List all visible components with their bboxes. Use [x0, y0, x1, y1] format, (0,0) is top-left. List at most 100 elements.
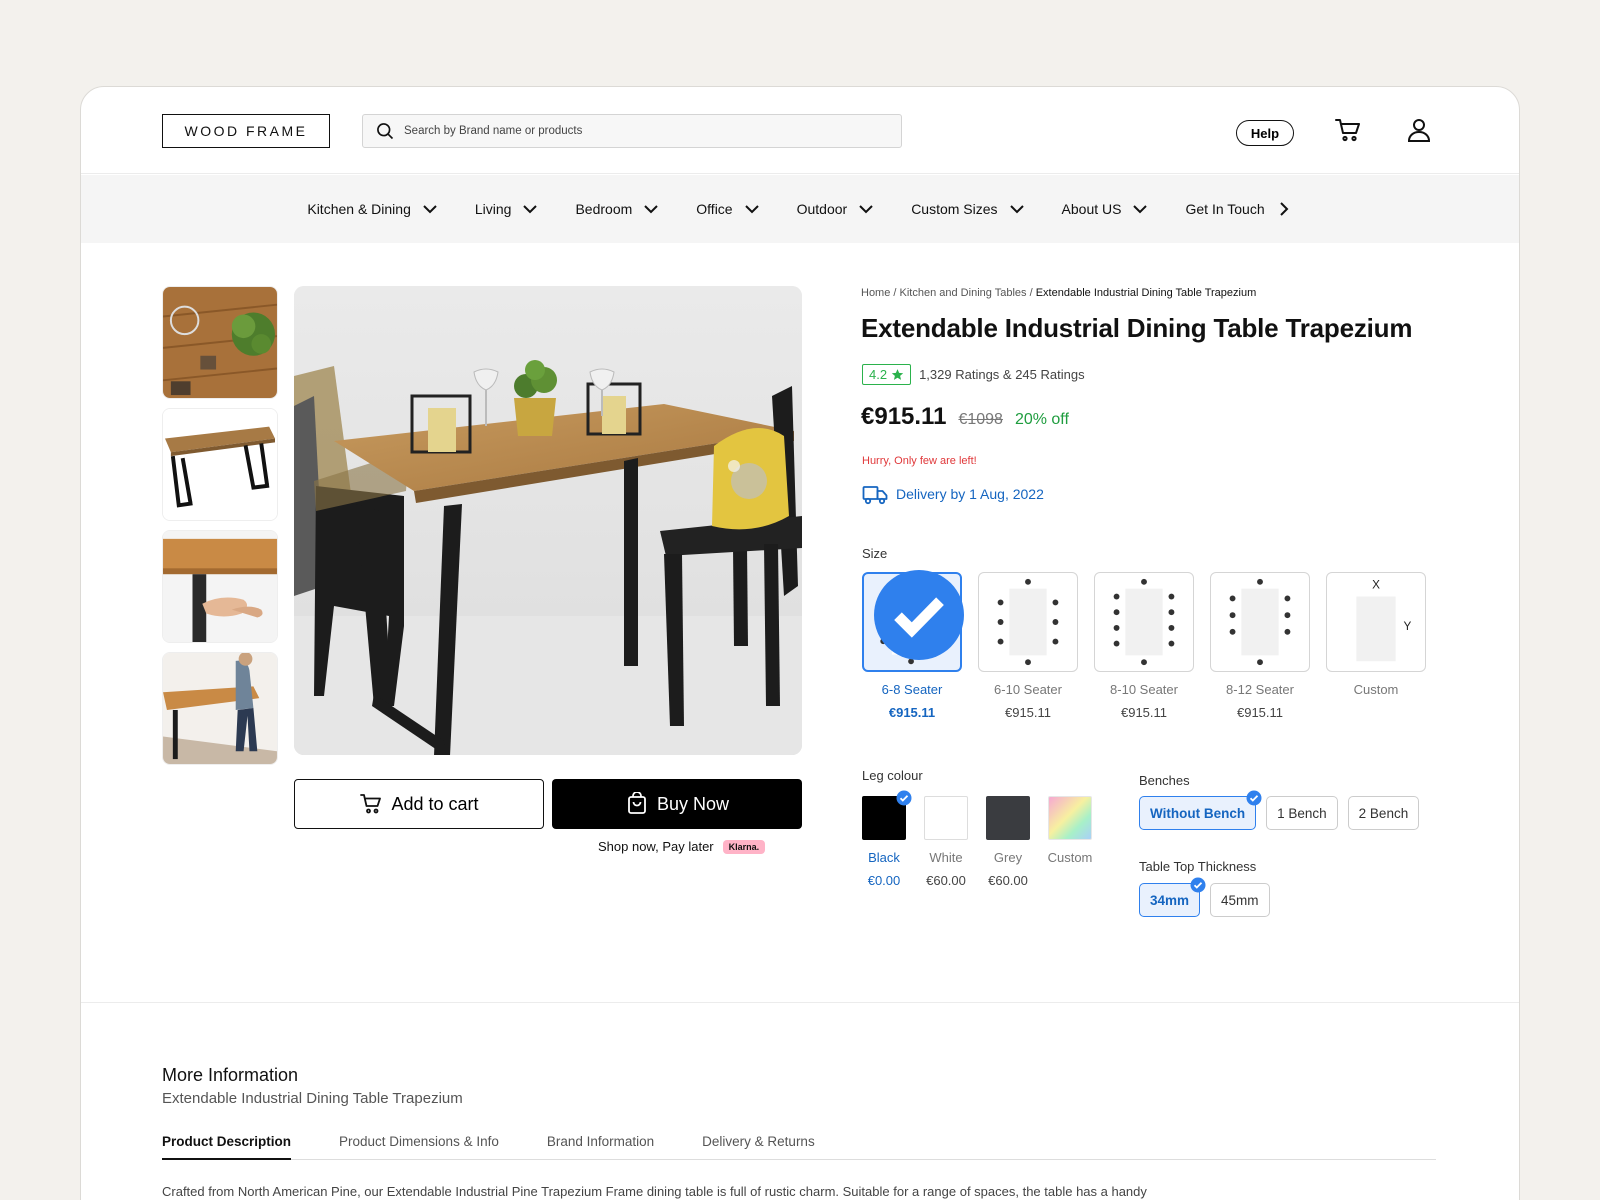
thumbnail-extension-detail[interactable] — [162, 530, 278, 643]
thumbnail-person-assembling[interactable] — [162, 652, 278, 765]
size-label: Size — [862, 546, 888, 561]
chevron-down-icon — [1009, 205, 1024, 214]
product-title: Extendable Industrial Dining Table Trape… — [861, 313, 1413, 343]
size-tile[interactable] — [978, 572, 1078, 672]
thickness-label: Table Top Thickness — [1139, 859, 1257, 874]
info-tabs: Product Description Product Dimensions &… — [162, 1124, 1436, 1160]
size-option-8-10-seater[interactable]: 8-10 Seater €915.11 — [1094, 572, 1194, 720]
logo[interactable]: WOOD FRAME — [162, 114, 330, 148]
size-tile[interactable]: X Y — [1326, 572, 1426, 672]
thickness-options: 34mm 45mm — [1139, 877, 1280, 917]
bench-options: Without Bench 1 Bench 2 Bench — [1139, 790, 1429, 830]
stock-note: Hurry, Only few are left! — [862, 455, 977, 467]
more-info-title: More Information — [162, 1065, 299, 1085]
size-option-6-8-seater[interactable]: 6-8 Seater €915.11 — [862, 570, 964, 720]
colour-swatch[interactable] — [986, 796, 1030, 840]
nav-item-living[interactable]: Living — [475, 200, 540, 218]
thickness-option-34mm[interactable]: 34mm — [1139, 877, 1206, 917]
size-option-8-12-seater[interactable]: 8-12 Seater €915.11 — [1210, 572, 1310, 720]
tab-product-description[interactable]: Product Description — [162, 1124, 292, 1160]
extension-detail-image — [163, 531, 277, 642]
nav-item-get-in-touch[interactable]: Get In Touch — [1185, 200, 1292, 218]
leg-colour-label: Leg colour — [862, 768, 923, 783]
thumbnail-tabletop-overhead[interactable] — [162, 286, 278, 399]
klarna-logo: Klarna. — [722, 839, 766, 854]
breadcrumb-home[interactable]: Home — [861, 287, 890, 299]
colour-swatch[interactable] — [862, 790, 912, 840]
page-frame: WOOD FRAME Help Kitchen & Dining Living … — [80, 86, 1520, 1200]
tab-delivery-returns[interactable]: Delivery & Returns — [702, 1124, 815, 1159]
add-to-cart-button[interactable]: Add to cart — [294, 779, 544, 829]
person-assembling-image — [163, 653, 277, 764]
cart-icon[interactable] — [1334, 116, 1362, 144]
bench-option-without[interactable]: Without Bench — [1139, 790, 1262, 830]
table-side-image — [163, 409, 277, 520]
tabletop-overhead-image — [163, 287, 277, 398]
thickness-option-45mm[interactable]: 45mm — [1210, 883, 1270, 917]
discount-badge: 20% off — [1014, 411, 1069, 428]
nav-item-kitchen-dining[interactable]: Kitchen & Dining — [307, 200, 439, 218]
size-option-custom[interactable]: X Y Custom — [1326, 572, 1426, 720]
benches-label: Benches — [1139, 773, 1190, 788]
check-icon — [1190, 877, 1206, 893]
thumbnail-list — [162, 286, 278, 774]
breadcrumb-current: Extendable Industrial Dining Table Trape… — [1035, 287, 1257, 299]
thumbnail-table-side[interactable] — [162, 408, 278, 521]
tab-product-dimensions[interactable]: Product Dimensions & Info — [339, 1124, 499, 1159]
nav-item-outdoor[interactable]: Outdoor — [797, 200, 876, 218]
chevron-down-icon — [744, 205, 759, 214]
dining-table-scene-image — [294, 286, 802, 755]
colour-swatch[interactable] — [924, 796, 968, 840]
main-nav: Kitchen & Dining Living Bedroom Office O… — [81, 175, 1519, 243]
bench-option-2[interactable]: 2 Bench — [1347, 796, 1420, 830]
user-icon[interactable] — [1406, 116, 1432, 144]
tab-brand-information[interactable]: Brand Information — [547, 1124, 654, 1159]
rating-row: 4.2 1,329 Ratings & 245 Ratings — [862, 364, 1085, 385]
table-8-10-icon — [1113, 578, 1175, 666]
leg-colour-black[interactable]: Black €0.00 — [862, 790, 912, 888]
size-tile[interactable] — [862, 570, 964, 672]
star-icon — [891, 369, 904, 380]
leg-colour-custom[interactable]: Custom — [1048, 796, 1092, 888]
table-6-10-icon — [997, 578, 1059, 666]
size-tile[interactable] — [1210, 572, 1310, 672]
leg-colour-white[interactable]: White €60.00 — [924, 796, 968, 888]
chevron-down-icon — [644, 205, 658, 214]
colour-swatch[interactable] — [1048, 796, 1092, 840]
size-option-6-10-seater[interactable]: 6-10 Seater €915.11 — [978, 572, 1078, 720]
section-divider — [81, 1002, 1519, 1003]
help-button[interactable]: Help — [1236, 120, 1294, 146]
check-icon — [896, 790, 912, 806]
shopping-bag-icon — [628, 792, 646, 814]
buy-now-button[interactable]: Buy Now — [552, 779, 802, 829]
current-price: €915.11 — [861, 403, 947, 430]
nav-item-custom-sizes[interactable]: Custom Sizes — [911, 200, 1025, 218]
nav-item-about-us[interactable]: About US — [1062, 200, 1150, 218]
table-custom-icon: X Y — [1356, 579, 1411, 662]
nav-item-bedroom[interactable]: Bedroom — [575, 200, 660, 218]
original-price: €1098 — [958, 411, 1003, 428]
delivery-info[interactable]: Delivery by 1 Aug, 2022 — [862, 482, 1044, 506]
size-tile[interactable] — [1094, 572, 1194, 672]
rating-badge: 4.2 — [862, 364, 912, 385]
cart-icon — [360, 794, 382, 814]
rating-count[interactable]: 1,329 Ratings & 245 Ratings — [919, 367, 1085, 382]
check-icon — [1246, 790, 1262, 806]
nav-item-office[interactable]: Office — [696, 200, 760, 218]
search-input[interactable] — [404, 125, 874, 137]
search-bar[interactable] — [362, 114, 902, 148]
chevron-down-icon — [523, 205, 538, 214]
pay-later-note: Shop now, Pay later Klarna. — [598, 839, 766, 854]
leg-colour-options: Black €0.00 White €60.00 Grey €60.00 Cus… — [862, 790, 1110, 888]
table-8-12-icon — [1229, 578, 1291, 666]
main-product-image[interactable] — [294, 286, 802, 755]
product-description-text: Crafted from North American Pine, our Ex… — [162, 1184, 1147, 1199]
leg-colour-grey[interactable]: Grey €60.00 — [986, 796, 1030, 888]
breadcrumb-category[interactable]: Kitchen and Dining Tables — [900, 287, 1027, 299]
search-icon — [377, 123, 394, 140]
chevron-down-icon — [423, 205, 437, 214]
check-icon — [874, 570, 964, 660]
site-header: WOOD FRAME Help — [81, 87, 1519, 174]
chevron-right-icon — [1279, 202, 1289, 216]
bench-option-1[interactable]: 1 Bench — [1266, 796, 1338, 830]
